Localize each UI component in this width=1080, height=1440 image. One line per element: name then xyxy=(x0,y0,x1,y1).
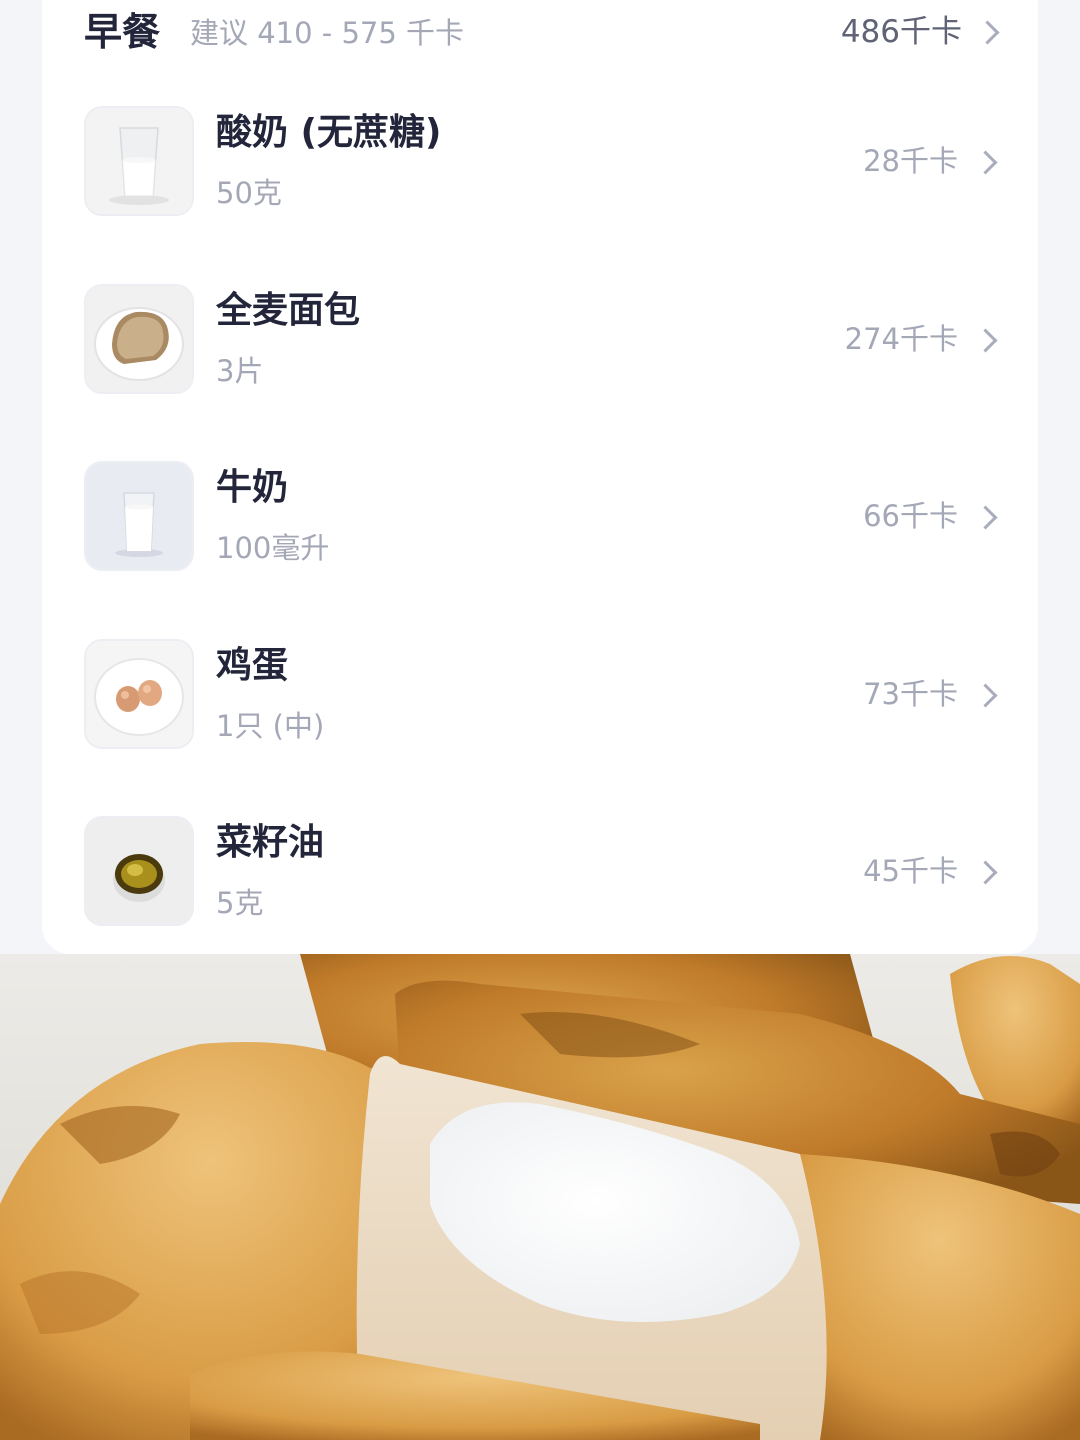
food-item-yogurt[interactable]: 酸奶 (无蔗糖) 50克 28千卡 xyxy=(42,106,1038,218)
food-calories: 45千卡 xyxy=(863,854,958,888)
food-calories: 28千卡 xyxy=(863,144,958,178)
oil-dish-icon xyxy=(84,816,194,926)
food-item-egg[interactable]: 鸡蛋 1只 (中) 73千卡 xyxy=(42,639,1038,751)
meal-title: 早餐 xyxy=(84,10,161,54)
food-calories: 66千卡 xyxy=(863,499,958,533)
food-name: 酸奶 (无蔗糖) xyxy=(216,112,442,153)
food-name: 鸡蛋 xyxy=(216,645,289,686)
food-quantity: 1只 (中) xyxy=(216,709,325,743)
food-item-oil[interactable]: 菜籽油 5克 45千卡 xyxy=(42,816,1038,928)
food-calories: 73千卡 xyxy=(863,677,958,711)
food-quantity: 100毫升 xyxy=(216,531,330,565)
chevron-right-icon xyxy=(973,505,998,530)
screen: 早餐 建议 410 - 575 千卡 486千卡 酸奶 (无蔗糖) 50克 28… xyxy=(0,0,1080,1440)
food-name: 牛奶 xyxy=(216,467,289,508)
meal-header[interactable]: 早餐 建议 410 - 575 千卡 486千卡 xyxy=(42,0,1038,66)
food-quantity: 5克 xyxy=(216,886,264,920)
food-item-bread[interactable]: 全麦面包 3片 274千卡 xyxy=(42,284,1038,396)
food-quantity: 3片 xyxy=(216,354,264,388)
meal-total-calories: 486千卡 xyxy=(840,14,962,50)
calorie-suggestion: 建议 410 - 575 千卡 xyxy=(190,16,465,50)
bread-plate-icon xyxy=(84,284,194,394)
food-photo xyxy=(0,954,1080,1440)
food-quantity: 50克 xyxy=(216,176,282,210)
chevron-right-icon xyxy=(973,860,998,885)
food-calories: 274千卡 xyxy=(844,322,958,356)
eggs-plate-icon xyxy=(84,639,194,749)
food-name: 菜籽油 xyxy=(216,822,325,863)
food-item-milk[interactable]: 牛奶 100毫升 66千卡 xyxy=(42,461,1038,573)
chevron-right-icon xyxy=(973,150,998,175)
milk-glass-icon xyxy=(84,461,194,571)
chevron-right-icon xyxy=(973,328,998,353)
chevron-right-icon xyxy=(975,20,1000,45)
food-name: 全麦面包 xyxy=(216,290,361,331)
yogurt-glass-icon xyxy=(84,106,194,216)
chevron-right-icon xyxy=(973,683,998,708)
